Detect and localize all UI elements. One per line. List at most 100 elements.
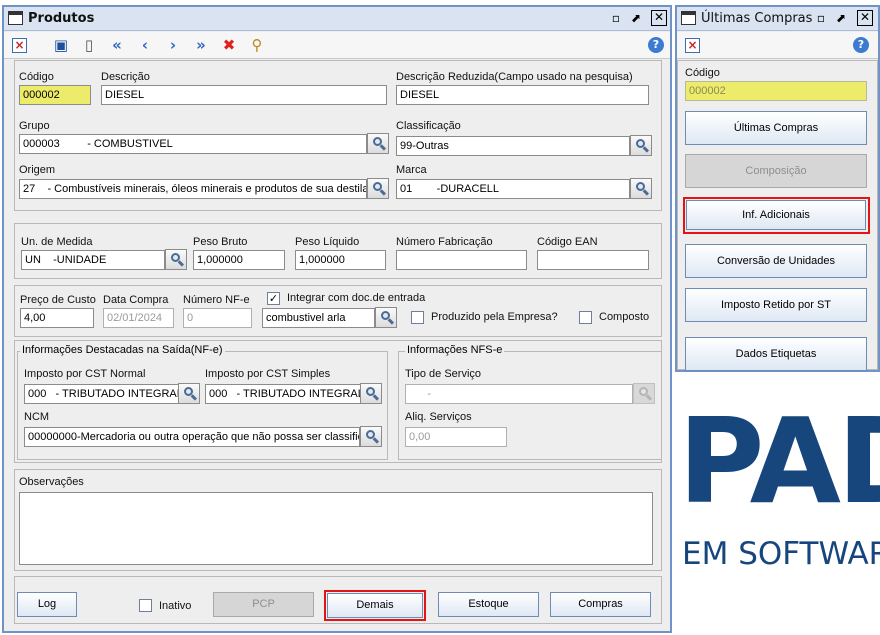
estoque-button[interactable]: Estoque [438, 592, 539, 617]
descricao-reduzida-field[interactable]: DIESEL [396, 85, 649, 105]
help-icon[interactable]: ? [853, 37, 869, 53]
aliq-servicos-label: Aliq. Serviços [405, 411, 472, 423]
numero-nfe-label: Número NF-e [183, 294, 250, 306]
un-medida-label: Un. de Medida [21, 236, 93, 248]
un-medida-field[interactable]: UN -UNIDADE [21, 250, 165, 270]
produzido-checkbox[interactable] [411, 311, 424, 324]
previous-record-icon[interactable]: ‹ [136, 36, 154, 54]
cst-simples-label: Imposto por CST Simples [205, 368, 331, 380]
integrar-field[interactable]: combustivel arla [262, 308, 375, 328]
ultimas-compras-button[interactable]: Últimas Compras [685, 111, 867, 145]
log-button[interactable]: Log [17, 592, 77, 617]
maximize-icon[interactable]: ⬈ [628, 10, 644, 26]
observacoes-label: Observações [19, 476, 84, 488]
new-document-icon[interactable]: ▯ [80, 36, 98, 54]
help-icon[interactable]: ? [648, 37, 664, 53]
imposto-retido-button[interactable]: Imposto Retido por ST [685, 288, 867, 322]
restore-icon[interactable]: ▫ [813, 10, 829, 26]
tipo-servico-field: - [405, 384, 633, 404]
codigo-label: Código [685, 67, 720, 79]
exit-icon[interactable]: × [685, 38, 700, 53]
ncm-field[interactable]: 00000000-Mercadoria ou outra operação qu… [24, 427, 360, 447]
cst-normal-field[interactable]: 000 - TRIBUTADO INTEGRALMENTE [24, 384, 179, 404]
integrar-label: Integrar com doc.de entrada [287, 292, 426, 304]
peso-bruto-field[interactable]: 1,000000 [193, 250, 285, 270]
cst-simples-search-button[interactable] [360, 383, 382, 404]
codigo-field[interactable]: 000002 [19, 85, 91, 105]
pcp-button: PCP [213, 592, 314, 617]
pricing-panel: Preço de Custo 4,00 Data Compra 02/01/20… [14, 285, 662, 337]
logo-text: PAD [678, 392, 880, 530]
descricao-label: Descrição [101, 71, 150, 83]
delete-icon[interactable]: ✖ [220, 36, 238, 54]
produtos-toolbar: × ▣ ▯ « ‹ › » ✖ ⚲ ? [4, 32, 670, 59]
origem-search-button[interactable] [367, 178, 389, 199]
window-icon [681, 11, 696, 25]
inativo-label: Inativo [159, 600, 192, 612]
maximize-icon[interactable]: ⬈ [833, 10, 849, 26]
cst-normal-search-button[interactable] [178, 383, 200, 404]
descricao-reduzida-label: Descrição Reduzida(Campo usado na pesqui… [396, 71, 633, 83]
close-icon[interactable]: ✕ [651, 10, 667, 26]
peso-liquido-label: Peso Líquido [295, 236, 360, 248]
grupo-search-button[interactable] [367, 133, 389, 154]
tipo-servico-label: Tipo de Serviço [405, 368, 482, 380]
produtos-window: Produtos ▫ ⬈ ✕ × ▣ ▯ « ‹ › » ✖ ⚲ ? Códig… [2, 5, 672, 633]
inf-adicionais-highlight [683, 197, 870, 234]
last-record-icon[interactable]: » [192, 36, 210, 54]
integrar-checkbox[interactable]: ✓ [267, 292, 280, 305]
exit-icon[interactable]: × [12, 38, 27, 53]
grupo-field[interactable]: 000003 - COMBUSTIVEL [19, 134, 367, 154]
numero-fabricacao-field[interactable] [396, 250, 527, 270]
compras-button[interactable]: Compras [550, 592, 651, 617]
ncm-search-button[interactable] [360, 426, 382, 447]
origem-field[interactable]: 27 - Combustíveis minerais, óleos minera… [19, 179, 367, 199]
background-logo-area: PAD EM SOFTWARE [676, 372, 880, 635]
search-icon[interactable]: ⚲ [248, 36, 266, 54]
numero-nfe-field: 0 [183, 308, 252, 328]
cst-simples-field[interactable]: 000 - TRIBUTADO INTEGRALMENTE [205, 384, 361, 404]
peso-liquido-field[interactable]: 1,000000 [295, 250, 386, 270]
cst-normal-label: Imposto por CST Normal [24, 368, 146, 380]
codigo-label: Código [19, 71, 54, 83]
classificacao-label: Classificação [396, 120, 461, 132]
preco-custo-field[interactable]: 4,00 [20, 308, 94, 328]
preco-custo-label: Preço de Custo [20, 294, 96, 306]
save-icon[interactable]: ▣ [52, 36, 70, 54]
close-icon[interactable]: ✕ [857, 10, 873, 26]
tax-panel: Informações Destacadas na Saída(NF-e) Im… [14, 340, 662, 463]
classificacao-search-button[interactable] [630, 135, 652, 156]
ultimas-toolbar: × ? [677, 32, 878, 59]
observacoes-textarea[interactable] [19, 492, 653, 565]
conversao-unidades-button[interactable]: Conversão de Unidades [685, 244, 867, 278]
inativo-checkbox[interactable] [139, 599, 152, 612]
observacoes-panel: Observações [14, 469, 662, 571]
dados-etiquetas-button[interactable]: Dados Etiquetas [685, 337, 867, 371]
main-info-panel: Código 000002 Descrição DIESEL Descrição… [14, 60, 662, 211]
footer-panel: Log Inativo PCP Demais Estoque Compras [14, 576, 662, 624]
composto-checkbox[interactable] [579, 311, 592, 324]
ultimas-panel: Código 000002 Últimas Compras Composição… [677, 60, 878, 371]
tipo-servico-search-button [633, 383, 655, 404]
first-record-icon[interactable]: « [108, 36, 126, 54]
data-compra-label: Data Compra [103, 294, 169, 306]
marca-search-button[interactable] [630, 178, 652, 199]
next-record-icon[interactable]: › [164, 36, 182, 54]
aliq-servicos-field: 0,00 [405, 427, 507, 447]
units-panel: Un. de Medida UN -UNIDADE Peso Bruto 1,0… [14, 223, 662, 279]
classificacao-field[interactable]: 99-Outras [396, 136, 630, 156]
descricao-field[interactable]: DIESEL [101, 85, 387, 105]
nfse-group: Informações NFS-e Tipo de Serviço - Aliq… [398, 344, 662, 460]
peso-bruto-label: Peso Bruto [193, 236, 248, 248]
integrar-search-button[interactable] [375, 307, 397, 328]
marca-field[interactable]: 01 -DURACELL [396, 179, 630, 199]
produzido-label: Produzido pela Empresa? [431, 311, 558, 323]
numero-fabricacao-label: Número Fabricação [396, 236, 493, 248]
restore-icon[interactable]: ▫ [608, 10, 624, 26]
un-medida-search-button[interactable] [165, 249, 187, 270]
demais-highlight [324, 590, 426, 621]
codigo-ean-field[interactable] [537, 250, 649, 270]
grupo-label: Grupo [19, 120, 50, 132]
marca-label: Marca [396, 164, 427, 176]
saida-group: Informações Destacadas na Saída(NF-e) Im… [17, 344, 388, 460]
